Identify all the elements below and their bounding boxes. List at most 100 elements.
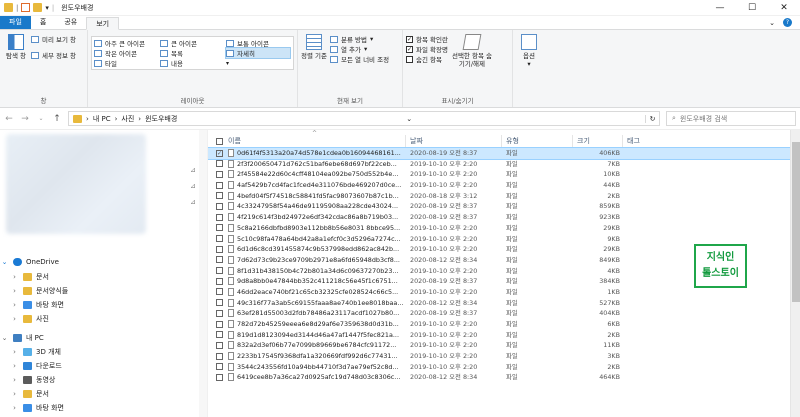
column-header-tag[interactable]: 태그 [623,135,673,147]
row-checkbox[interactable] [208,340,224,351]
new-folder-icon[interactable] [33,3,43,12]
help-icon[interactable]: ? [783,18,792,27]
group-by-button[interactable]: 분류 방법 ▾ [330,34,389,44]
file-row[interactable]: 4f219c614f3bd24972e6df342cdac86a8b719b03… [208,212,800,223]
row-checkbox[interactable] [208,244,224,255]
nav-item-od-pictures[interactable]: › 사진 [10,314,49,324]
row-checkbox[interactable] [208,169,224,180]
address-bar[interactable]: › 내 PC › 사진 › 윈도우배경 ⌄ ↻ [68,111,660,126]
nav-item-documents[interactable]: › 문서 [10,389,49,399]
file-row[interactable]: 2233b17545f9368dfa1a320669fdf992d6c77431… [208,351,800,362]
collapse-ribbon-icon[interactable]: ⌄ [769,19,775,27]
hide-selected-button[interactable]: 선택한 항목 숨기기/해제 [452,34,492,68]
maximize-button[interactable]: ☐ [736,0,768,16]
file-row[interactable]: 819d1d8123094ed3144d46a47af1447f5fec821a… [208,330,800,341]
select-all-checkbox[interactable] [208,135,224,147]
column-header-type[interactable]: 유형 [502,135,573,147]
row-checkbox[interactable] [208,372,224,383]
file-row[interactable]: 46dd2eace740bf21c65cb32325cfe028524c66c5… [208,287,800,298]
scrollbar-thumb[interactable] [792,142,800,302]
layout-list[interactable]: 목록 [160,48,224,58]
nav-pane-button[interactable]: 탐색 창 [3,34,29,60]
close-button[interactable]: ✕ [768,0,800,16]
forward-button[interactable]: → [20,114,30,124]
layout-large-icons[interactable]: 큰 아이콘 [160,38,224,48]
layout-tiles[interactable]: 타일 [94,58,158,68]
nav-item-downloads[interactable]: › 다운로드 [10,361,62,371]
row-checkbox[interactable] [208,276,224,287]
layout-small-icons[interactable]: 작은 아이콘 [94,48,158,58]
file-row[interactable]: 832a2d3ef06b77e7099b89669be6784cfc91172.… [208,340,800,351]
nav-item-3d-objects[interactable]: › 3D 개체 [10,347,61,357]
nav-item-od-desktop[interactable]: › 바탕 화면 [10,300,64,310]
breadcrumb-pictures[interactable]: 사진 [121,114,134,124]
file-row[interactable]: 5c8a2166dbfbd8903e112bb8b56e8031 8bbce95… [208,223,800,234]
layout-medium-icons[interactable]: 보통 아이콘 [226,38,290,48]
quick-access-dropdown-icon[interactable]: ▾ [45,4,49,12]
row-checkbox[interactable] [208,191,224,202]
row-checkbox[interactable] [208,308,224,319]
row-checkbox[interactable] [208,319,224,330]
properties-icon[interactable] [21,3,31,12]
row-checkbox[interactable] [208,298,224,309]
item-checkboxes-toggle[interactable]: ✓ 항목 확인란 [406,34,448,44]
column-header-size[interactable]: 크기 [573,135,623,147]
back-button[interactable]: ← [4,114,14,124]
row-checkbox[interactable] [208,330,224,341]
row-checkbox[interactable] [208,212,224,223]
file-row[interactable]: 63ef281d55003d2fdb78486a23117acdf1027b80… [208,308,800,319]
file-row[interactable]: 5c10c98fa478a64bd42a8a1efcf0c3d5296a7274… [208,234,800,245]
file-row[interactable]: 4c33247958f54a46de91195908aa228cde43024.… [208,201,800,212]
file-row[interactable]: 2f3f200650471d762c51baf6ebe68d697bf22ceb… [208,159,800,170]
layout-extra-large-icons[interactable]: 아주 큰 아이콘 [94,38,158,48]
column-header-date[interactable]: 날짜 [406,135,502,147]
row-checkbox[interactable] [208,159,224,170]
row-checkbox[interactable] [208,201,224,212]
layout-gallery-more[interactable]: ▾ [226,58,290,68]
row-checkbox[interactable] [208,223,224,234]
file-row[interactable]: 2f45584e22d60c4cff48104ea092be750d552b4e… [208,169,800,180]
preview-pane-button[interactable]: 미리 보기 창 [31,34,76,44]
row-checkbox[interactable] [208,362,224,373]
fit-columns-button[interactable]: 모든 열 너비 조정 [330,54,389,64]
row-checkbox[interactable] [208,351,224,362]
file-row[interactable]: 3544c243556fd10a94bb44710f3d7ae79ef52c8d… [208,362,800,373]
layout-content[interactable]: 내용 [160,58,224,68]
file-row[interactable]: ✓ 0d61f4f5313a20a74d578e1cdea0b1609446816… [208,147,800,160]
row-checkbox[interactable]: ✓ [208,148,224,159]
row-checkbox[interactable] [208,287,224,298]
tab-view[interactable]: 보기 [86,17,120,30]
sort-by-button[interactable]: 정렬 기준 [301,34,327,64]
row-checkbox[interactable] [208,266,224,277]
recent-locations-icon[interactable]: ⌄ [36,115,46,122]
file-list-scrollbar[interactable] [790,130,800,417]
address-dropdown-icon[interactable]: ⌄ [406,115,416,123]
minimize-button[interactable]: — [704,0,736,16]
tab-home[interactable]: 홈 [31,16,55,29]
row-checkbox[interactable] [208,234,224,245]
layout-details[interactable]: 자세히 [225,47,291,59]
nav-item-od-templates[interactable]: › 문서양식들 [10,286,68,296]
nav-item-videos[interactable]: › 동영상 [10,375,55,385]
file-row[interactable]: 4befd04f5f74518c58841fd5fac98073607b87c1… [208,191,800,202]
nav-scrollbar[interactable] [199,130,207,417]
tab-share[interactable]: 공유 [55,16,86,29]
file-extensions-toggle[interactable]: ✓ 파일 확장명 [406,44,448,54]
hidden-items-toggle[interactable]: 숨긴 항목 [406,54,448,64]
nav-item-desktop[interactable]: › 바탕 화면 [10,403,64,413]
breadcrumb-this-pc[interactable]: 내 PC [93,114,111,124]
search-input[interactable]: ⌕ 윈도우배경 검색 [666,111,796,126]
file-row[interactable]: 4af5429b7cd4fac1fced4e311076bde469207d0c… [208,180,800,191]
tab-file[interactable]: 파일 [0,16,31,29]
row-checkbox[interactable] [208,255,224,266]
nav-item-od-documents[interactable]: › 문서 [10,272,49,282]
breadcrumb-current[interactable]: 윈도우배경 [145,114,177,124]
options-button[interactable]: 옵션 ▾ [516,34,542,68]
refresh-icon[interactable]: ↻ [645,114,659,123]
up-button[interactable]: ↑ [52,114,62,124]
file-row[interactable]: 49c316f77a3ab5c69155faaa8ae740b1ee8018ba… [208,298,800,309]
row-checkbox[interactable] [208,180,224,191]
file-row[interactable]: 6419cee8b7a36ca27d0925afc19d748d03c8306c… [208,372,800,383]
nav-item-onedrive[interactable]: ⌄ OneDrive [0,258,59,266]
file-row[interactable]: 782d72b45259eeea6e8d29af6e7359638d0d31b.… [208,319,800,330]
